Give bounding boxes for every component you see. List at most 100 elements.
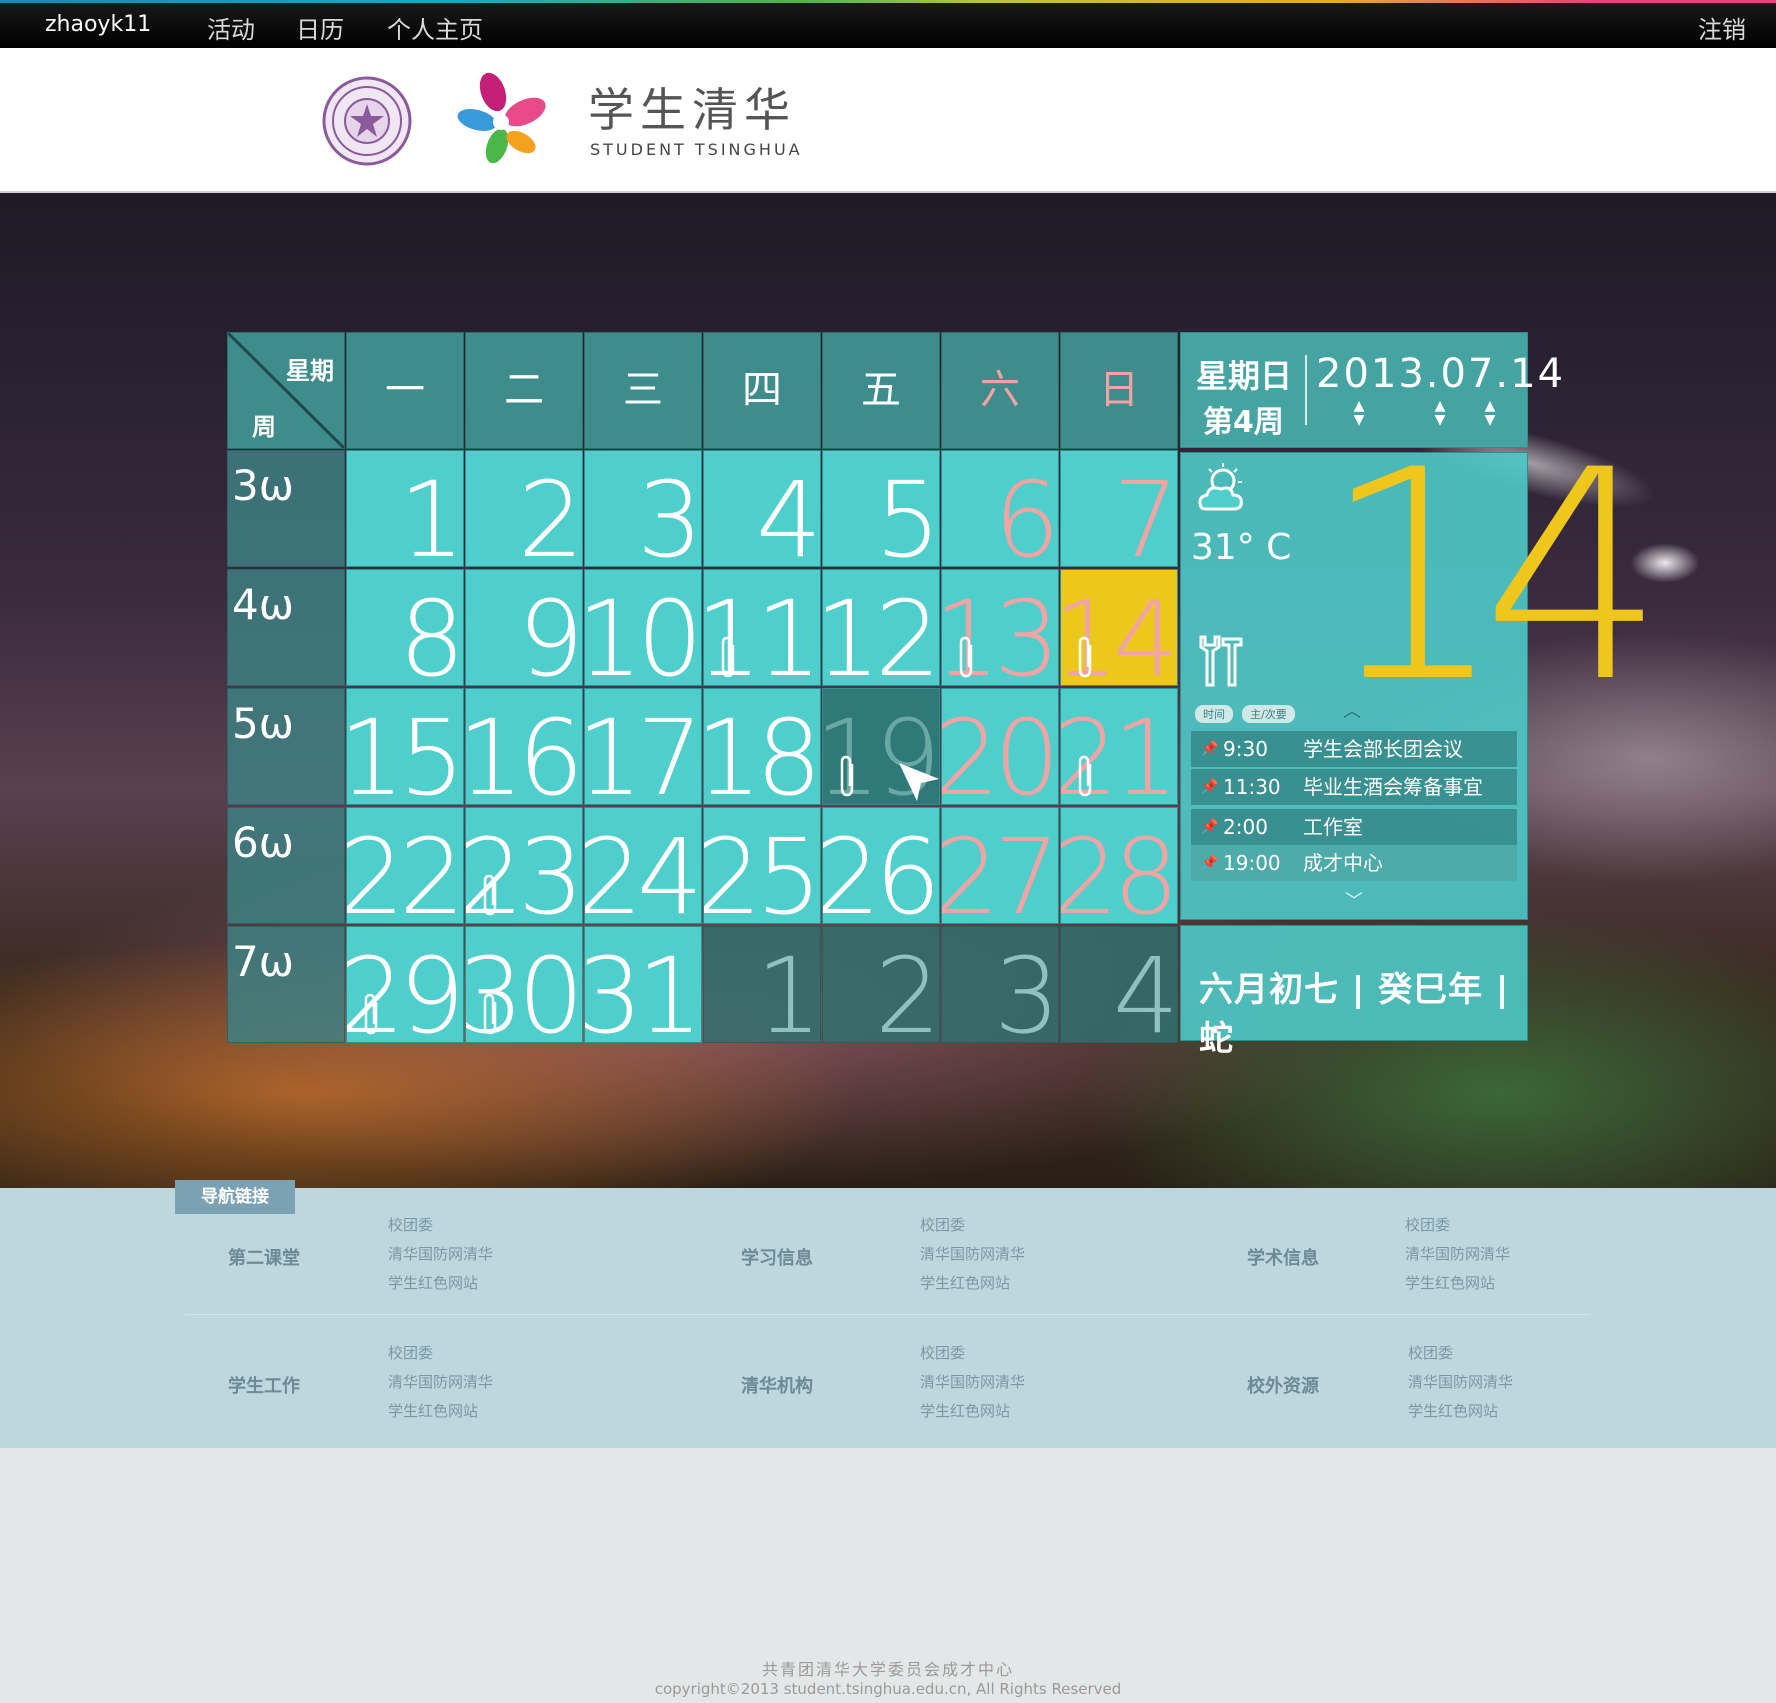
- footer-link[interactable]: 学生红色网站: [920, 1400, 1010, 1421]
- footer-link[interactable]: 清华国防网清华: [920, 1371, 1025, 1392]
- calendar-day[interactable]: 18: [703, 688, 821, 805]
- calendar-day[interactable]: 16: [465, 688, 583, 805]
- calendar-day[interactable]: 4: [703, 450, 821, 567]
- day-number: 24: [584, 816, 701, 924]
- footer-link[interactable]: 学生红色网站: [1408, 1400, 1498, 1421]
- calendar-day[interactable]: 31: [584, 926, 702, 1043]
- link-category: 清华机构: [741, 1376, 813, 1397]
- calendar-day[interactable]: 30: [465, 926, 583, 1043]
- calendar-day[interactable]: 23: [465, 807, 583, 924]
- calendar-day[interactable]: 11: [703, 569, 821, 686]
- calendar-day[interactable]: 10: [584, 569, 702, 686]
- logout-button[interactable]: 注销: [1698, 10, 1746, 45]
- footer-link[interactable]: 校团委: [388, 1214, 433, 1235]
- footer-link[interactable]: 清华国防网清华: [1405, 1243, 1510, 1264]
- calendar-day[interactable]: 27: [941, 807, 1059, 924]
- paperclip-icon: [1078, 636, 1092, 678]
- scroll-down-icon[interactable]: ﹀: [1345, 887, 1363, 913]
- footer-link[interactable]: 清华国防网清华: [1408, 1371, 1513, 1392]
- calendar-day[interactable]: 9: [465, 569, 583, 686]
- calendar-day[interactable]: 21: [1060, 688, 1178, 805]
- nav-calendar[interactable]: 日历: [296, 10, 344, 45]
- footer-link[interactable]: 学生红色网站: [388, 1272, 478, 1293]
- schedule-time: 19:00: [1223, 851, 1281, 875]
- day-number: 3: [636, 459, 701, 567]
- footer-link[interactable]: 清华国防网清华: [388, 1243, 493, 1264]
- schedule-item[interactable]: 📌 11:30 毕业生酒会筹备事宜: [1191, 769, 1517, 805]
- calendar-day[interactable]: 7: [1060, 450, 1178, 567]
- weekday-header: 三: [584, 332, 702, 449]
- week-label: 7ω: [227, 926, 345, 1043]
- footer-link[interactable]: 校团委: [388, 1342, 433, 1363]
- current-weekday: 星期日: [1196, 357, 1293, 395]
- calendar-day[interactable]: 3: [941, 926, 1059, 1043]
- weekday-header: 五: [822, 332, 940, 449]
- username[interactable]: zhaoyk11: [45, 12, 151, 37]
- calendar-day[interactable]: 2: [822, 926, 940, 1043]
- lunar-date: 六月初七 | 癸巳年 | 蛇: [1199, 970, 1510, 1059]
- footer-link[interactable]: 清华国防网清华: [920, 1243, 1025, 1264]
- calendar-day[interactable]: 24: [584, 807, 702, 924]
- calendar-day[interactable]: 19: [822, 688, 940, 805]
- calendar-day[interactable]: 13: [941, 569, 1059, 686]
- paperclip-icon: [364, 993, 378, 1035]
- calendar-day[interactable]: 25: [703, 807, 821, 924]
- tab-time[interactable]: 时间: [1195, 705, 1233, 723]
- schedule-item[interactable]: 📌 9:30 学生会部长团会议: [1191, 731, 1517, 767]
- calendar-day[interactable]: 1: [346, 450, 464, 567]
- tsinghua-seal-logo[interactable]: [322, 76, 412, 166]
- footer-link[interactable]: 校团委: [1405, 1214, 1450, 1235]
- footer-link[interactable]: 校团委: [920, 1214, 965, 1235]
- calendar-day[interactable]: 14: [1060, 569, 1178, 686]
- tab-priority[interactable]: 主/次要: [1242, 705, 1295, 723]
- scroll-up-icon[interactable]: ︿: [1343, 697, 1361, 723]
- calendar-day[interactable]: 8: [346, 569, 464, 686]
- calendar-day[interactable]: 3: [584, 450, 702, 567]
- pin-icon: 📌: [1201, 741, 1219, 757]
- student-tsinghua-flower-logo[interactable]: [455, 70, 555, 170]
- calendar-day[interactable]: 22: [346, 807, 464, 924]
- schedule-time: 2:00: [1223, 815, 1268, 839]
- schedule-item[interactable]: 📌 19:00 成才中心: [1191, 845, 1517, 881]
- schedule-item[interactable]: 📌 2:00 工作室: [1191, 809, 1517, 845]
- calendar-day[interactable]: 20: [941, 688, 1059, 805]
- calendar-day[interactable]: 6: [941, 450, 1059, 567]
- lunar-date-panel: 六月初七 | 癸巳年 | 蛇: [1180, 925, 1528, 1059]
- partly-cloudy-icon: [1198, 463, 1243, 511]
- calendar-day[interactable]: 4: [1060, 926, 1178, 1043]
- calendar-day[interactable]: 15: [346, 688, 464, 805]
- week-label: 6ω: [227, 807, 345, 924]
- tools-icon[interactable]: [1195, 633, 1243, 689]
- pin-icon: 📌: [1201, 855, 1219, 871]
- calendar-day[interactable]: 28: [1060, 807, 1178, 924]
- corner-weekday-label: 星期: [286, 357, 334, 385]
- calendar-day[interactable]: 12: [822, 569, 940, 686]
- calendar-day[interactable]: 2: [465, 450, 583, 567]
- footer-link[interactable]: 学生红色网站: [920, 1272, 1010, 1293]
- day-number: 27: [941, 816, 1058, 924]
- day-number: 20: [941, 697, 1058, 805]
- link-category: 学术信息: [1247, 1248, 1319, 1269]
- day-number: 1: [398, 459, 463, 567]
- calendar-day[interactable]: 5: [822, 450, 940, 567]
- calendar-day[interactable]: 1: [703, 926, 821, 1043]
- footer-link[interactable]: 学生红色网站: [1405, 1272, 1495, 1293]
- footer-link[interactable]: 校团委: [1408, 1342, 1453, 1363]
- footer-link[interactable]: 学生红色网站: [388, 1400, 478, 1421]
- day-number: 18: [703, 697, 820, 805]
- calendar-day[interactable]: 26: [822, 807, 940, 924]
- footer-link[interactable]: 校团委: [920, 1342, 965, 1363]
- current-date: 2013.07.14: [1316, 351, 1566, 397]
- day-number: 10: [584, 578, 701, 686]
- day-number: 7: [1112, 459, 1177, 567]
- footer-link[interactable]: 清华国防网清华: [388, 1371, 493, 1392]
- schedule-title: 毕业生酒会筹备事宜: [1303, 775, 1483, 799]
- top-navigation-bar: zhaoyk11 活动 日历 个人主页 注销: [0, 0, 1776, 48]
- calendar-day[interactable]: 17: [584, 688, 702, 805]
- weekday-header: 四: [703, 332, 821, 449]
- day-number: 12: [822, 578, 939, 686]
- calendar-day[interactable]: 29: [346, 926, 464, 1043]
- nav-activities[interactable]: 活动: [207, 10, 255, 45]
- temperature: 31° C: [1191, 527, 1292, 568]
- nav-profile[interactable]: 个人主页: [387, 10, 483, 45]
